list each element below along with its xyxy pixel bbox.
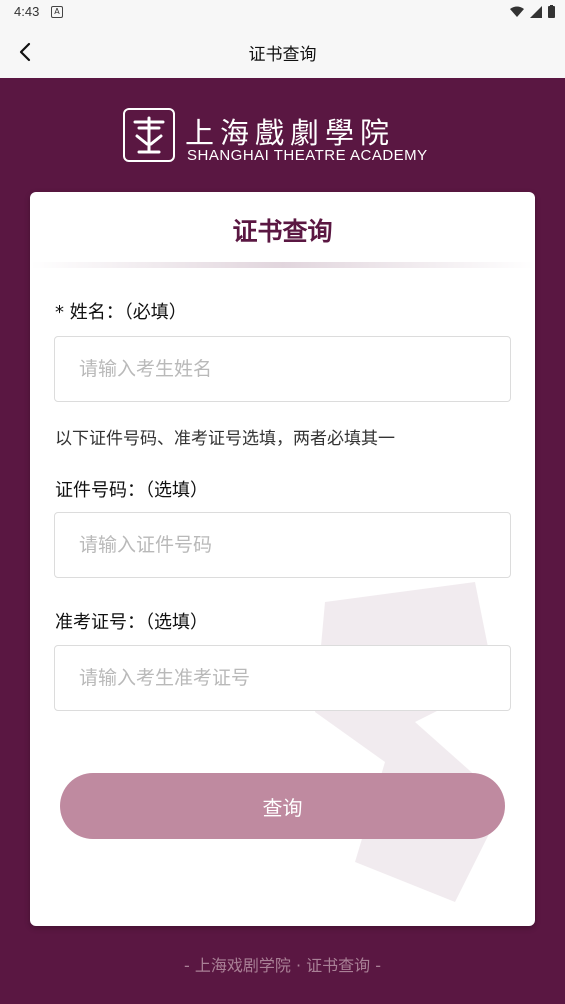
status-bar: 4:43 A — [0, 0, 565, 24]
optional-hint: 以下证件号码、准考证号选填，两者必填其一 — [55, 429, 395, 449]
title-divider — [30, 262, 535, 268]
admission-number-input[interactable] — [55, 646, 510, 710]
signal-icon — [530, 5, 542, 18]
card-title: 证书查询 — [232, 217, 333, 246]
admission-number-field[interactable] — [54, 645, 511, 711]
name-input[interactable] — [55, 337, 510, 401]
page-title: 证书查询 — [248, 45, 317, 65]
name-label: * 姓名：（必填） — [55, 302, 187, 323]
footer-text: - 上海戏剧学院 · 证书查询 - — [184, 956, 381, 975]
academy-name-english: SHANGHAI THEATRE ACADEMY — [187, 147, 428, 164]
status-time: 4:43 — [14, 4, 40, 19]
id-number-input[interactable] — [55, 513, 510, 577]
status-icons — [510, 5, 555, 18]
id-number-field[interactable] — [54, 512, 511, 578]
wifi-icon — [510, 6, 524, 17]
id-number-label: 证件号码：（选填） — [55, 480, 208, 501]
admission-number-label: 准考证号：（选填） — [55, 612, 208, 633]
theatre-seal-icon — [123, 108, 175, 162]
app-bar: 证书查询 — [0, 24, 565, 78]
academy-logo: 上海戲劇學院 SHANGHAI THEATRE ACADEMY — [123, 108, 443, 168]
notification-icon: A — [51, 6, 63, 18]
theatre-watermark-icon — [315, 582, 505, 902]
battery-icon — [548, 5, 555, 18]
query-button[interactable]: 查询 — [60, 773, 505, 839]
name-field[interactable] — [54, 336, 511, 402]
academy-name-chinese: 上海戲劇學院 — [185, 116, 396, 150]
query-card: 证书查询 * 姓名：（必填） 以下证件号码、准考证号选填，两者必填其一 证件号码… — [30, 192, 535, 926]
